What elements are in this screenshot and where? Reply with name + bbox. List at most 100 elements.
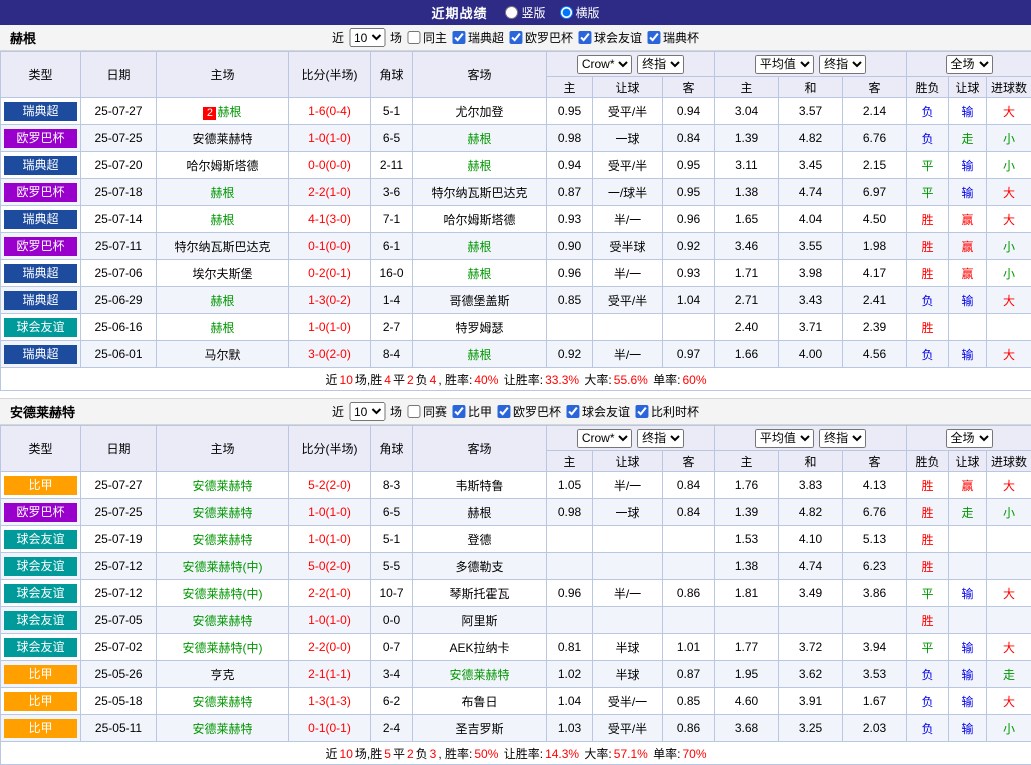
avg-time-select[interactable]: 终指 bbox=[819, 55, 866, 74]
same-filter-checkbox[interactable] bbox=[407, 405, 420, 418]
avg-away: 2.39 bbox=[843, 314, 907, 341]
away-team-cell: 安德莱赫特 bbox=[413, 661, 547, 688]
odds-handicap: 半/一 bbox=[593, 580, 663, 607]
odds-home: 0.85 bbox=[547, 287, 593, 314]
avg-home: 1.95 bbox=[715, 661, 779, 688]
rank-badge: 2 bbox=[203, 107, 216, 120]
league-filter[interactable]: 欧罗巴杯 bbox=[497, 403, 561, 420]
corners: 16-0 bbox=[371, 260, 413, 287]
league-cell: 比甲 bbox=[1, 472, 81, 499]
league-filter-checkbox[interactable] bbox=[566, 405, 579, 418]
avg-draw: 3.71 bbox=[779, 314, 843, 341]
avg-draw: 3.25 bbox=[779, 715, 843, 742]
fulltime-scope-select[interactable]: 全场 bbox=[946, 55, 993, 74]
avg-draw: 3.62 bbox=[779, 661, 843, 688]
league-filter-label: 比利时杯 bbox=[651, 403, 699, 420]
summary-segment: 单率: bbox=[650, 373, 681, 387]
result-wdl: 胜 bbox=[907, 233, 949, 260]
result-handicap: 输 bbox=[949, 152, 987, 179]
col-header-result-wdl: 胜负 bbox=[907, 451, 949, 472]
avg-draw: 3.57 bbox=[779, 98, 843, 125]
league-filter[interactable]: 欧罗巴杯 bbox=[509, 29, 573, 46]
layout-option-horizontal[interactable]: 横版 bbox=[560, 4, 600, 21]
match-row: 比甲 25-05-18 安德莱赫特 1-3(1-3) 6-2 布鲁日 1.04 … bbox=[1, 688, 1031, 715]
league-filter[interactable]: 球会友谊 bbox=[566, 403, 630, 420]
match-date: 25-07-05 bbox=[81, 607, 157, 634]
odds-time-select[interactable]: 终指 bbox=[637, 429, 684, 448]
league-filter[interactable]: 比甲 bbox=[452, 403, 492, 420]
result-wdl: 胜 bbox=[907, 607, 949, 634]
odds-handicap: 受平/半 bbox=[593, 98, 663, 125]
odds-home: 0.96 bbox=[547, 260, 593, 287]
league-cell: 瑞典超 bbox=[1, 152, 81, 179]
summary-segment: 2 bbox=[407, 373, 414, 387]
result-wdl: 平 bbox=[907, 152, 949, 179]
odds-handicap: 一球 bbox=[593, 499, 663, 526]
league-filter-checkbox[interactable] bbox=[509, 31, 522, 44]
recent-count-select[interactable]: 10 bbox=[349, 402, 385, 421]
avg-home: 1.71 bbox=[715, 260, 779, 287]
match-row: 球会友谊 25-06-16 赫根 1-0(1-0) 2-7 特罗姆瑟 2.40 … bbox=[1, 314, 1031, 341]
league-filter-checkbox[interactable] bbox=[497, 405, 510, 418]
section-header-bar: 赫根 近 10 场 同主 瑞典超 欧罗巴杯 球会友谊 瑞典杯 bbox=[0, 25, 1031, 51]
home-team-cell: 安德莱赫特(中) bbox=[157, 634, 289, 661]
avg-draw: 4.04 bbox=[779, 206, 843, 233]
league-badge: 欧罗巴杯 bbox=[4, 503, 77, 522]
fulltime-group-header: 全场 bbox=[907, 426, 1031, 451]
summary-segment: 场,胜 bbox=[355, 747, 382, 761]
away-team-cell: 赫根 bbox=[413, 233, 547, 260]
avg-source-select[interactable]: 平均值 bbox=[755, 55, 814, 74]
fulltime-scope-select[interactable]: 全场 bbox=[946, 429, 993, 448]
league-filter-checkbox[interactable] bbox=[635, 405, 648, 418]
same-filter[interactable]: 同赛 bbox=[407, 403, 447, 420]
horizontal-layout-radio[interactable] bbox=[560, 6, 573, 19]
summary-segment: , 胜率: bbox=[438, 747, 472, 761]
same-filter[interactable]: 同主 bbox=[407, 29, 447, 46]
col-header-avg-home: 主 bbox=[715, 451, 779, 472]
league-cell: 欧罗巴杯 bbox=[1, 179, 81, 206]
result-goals: 大 bbox=[987, 98, 1031, 125]
league-filter[interactable]: 比利时杯 bbox=[635, 403, 699, 420]
fulltime-group-header: 全场 bbox=[907, 52, 1031, 77]
avg-source-select[interactable]: 平均值 bbox=[755, 429, 814, 448]
odds-group-header: Crow* 终指 bbox=[547, 426, 715, 451]
score: 2-2(1-0) bbox=[289, 580, 371, 607]
avg-away: 3.86 bbox=[843, 580, 907, 607]
league-filter-checkbox[interactable] bbox=[452, 31, 465, 44]
col-header-odds-away: 客 bbox=[663, 451, 715, 472]
avg-time-select[interactable]: 终指 bbox=[819, 429, 866, 448]
match-date: 25-07-27 bbox=[81, 98, 157, 125]
league-filter-checkbox[interactable] bbox=[647, 31, 660, 44]
summary-segment: 场,胜 bbox=[355, 373, 382, 387]
col-header-result-wdl: 胜负 bbox=[907, 77, 949, 98]
avg-draw: 3.55 bbox=[779, 233, 843, 260]
result-handicap: 输 bbox=[949, 98, 987, 125]
odds-handicap: 半/一 bbox=[593, 260, 663, 287]
summary-segment: 平 bbox=[393, 747, 405, 761]
league-filter[interactable]: 瑞典超 bbox=[452, 29, 504, 46]
odds-source-select[interactable]: Crow* bbox=[577, 429, 632, 448]
league-filter-checkbox[interactable] bbox=[578, 31, 591, 44]
avg-home: 2.40 bbox=[715, 314, 779, 341]
avg-away: 3.53 bbox=[843, 661, 907, 688]
vertical-layout-label: 竖版 bbox=[521, 4, 545, 21]
avg-home: 3.68 bbox=[715, 715, 779, 742]
league-filter[interactable]: 瑞典杯 bbox=[647, 29, 699, 46]
result-handicap: 输 bbox=[949, 341, 987, 368]
vertical-layout-radio[interactable] bbox=[505, 6, 518, 19]
recent-count-select[interactable]: 10 bbox=[349, 28, 385, 47]
same-filter-checkbox[interactable] bbox=[407, 31, 420, 44]
col-header-result-handicap: 让球 bbox=[949, 451, 987, 472]
league-filter[interactable]: 球会友谊 bbox=[578, 29, 642, 46]
page-title: 近期战绩 bbox=[431, 3, 487, 22]
odds-handicap: 一球 bbox=[593, 125, 663, 152]
match-date: 25-07-12 bbox=[81, 580, 157, 607]
avg-home: 1.38 bbox=[715, 553, 779, 580]
avg-away bbox=[843, 607, 907, 634]
score: 0-2(0-1) bbox=[289, 260, 371, 287]
result-goals: 大 bbox=[987, 341, 1031, 368]
league-filter-checkbox[interactable] bbox=[452, 405, 465, 418]
layout-option-vertical[interactable]: 竖版 bbox=[505, 4, 545, 21]
odds-time-select[interactable]: 终指 bbox=[637, 55, 684, 74]
odds-source-select[interactable]: Crow* bbox=[577, 55, 632, 74]
